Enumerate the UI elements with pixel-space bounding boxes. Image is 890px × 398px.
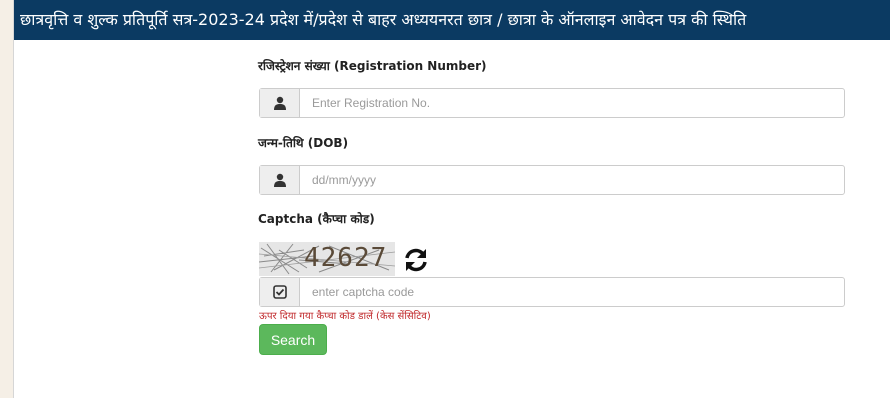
- registration-input-group: [259, 88, 845, 118]
- dob-input[interactable]: [300, 166, 844, 194]
- captcha-label: Captcha (कैप्चा कोड): [258, 212, 375, 226]
- main-panel: छात्रवृत्ति व शुल्क प्रतिपूर्ति सत्र-202…: [13, 0, 890, 398]
- user-icon: [260, 166, 300, 194]
- dob-label: जन्म-तिथि (DOB): [258, 136, 349, 150]
- page-title: छात्रवृत्ति व शुल्क प्रतिपूर्ति सत्र-202…: [14, 0, 890, 40]
- captcha-hint: ऊपर दिया गया कैप्चा कोड डालें (केस सेंसि…: [259, 311, 431, 322]
- captcha-input-group: [259, 277, 845, 307]
- registration-input[interactable]: [300, 89, 844, 117]
- search-button[interactable]: Search: [259, 324, 327, 355]
- user-icon: [260, 89, 300, 117]
- dob-input-group: [259, 165, 845, 195]
- refresh-icon[interactable]: [402, 246, 430, 274]
- check-square-icon: [260, 278, 300, 306]
- captcha-code: 42627: [304, 243, 388, 273]
- captcha-image: 42627: [259, 242, 395, 276]
- registration-label: रजिस्ट्रेशन संख्या (Registration Number): [258, 59, 487, 73]
- captcha-input[interactable]: [300, 278, 844, 306]
